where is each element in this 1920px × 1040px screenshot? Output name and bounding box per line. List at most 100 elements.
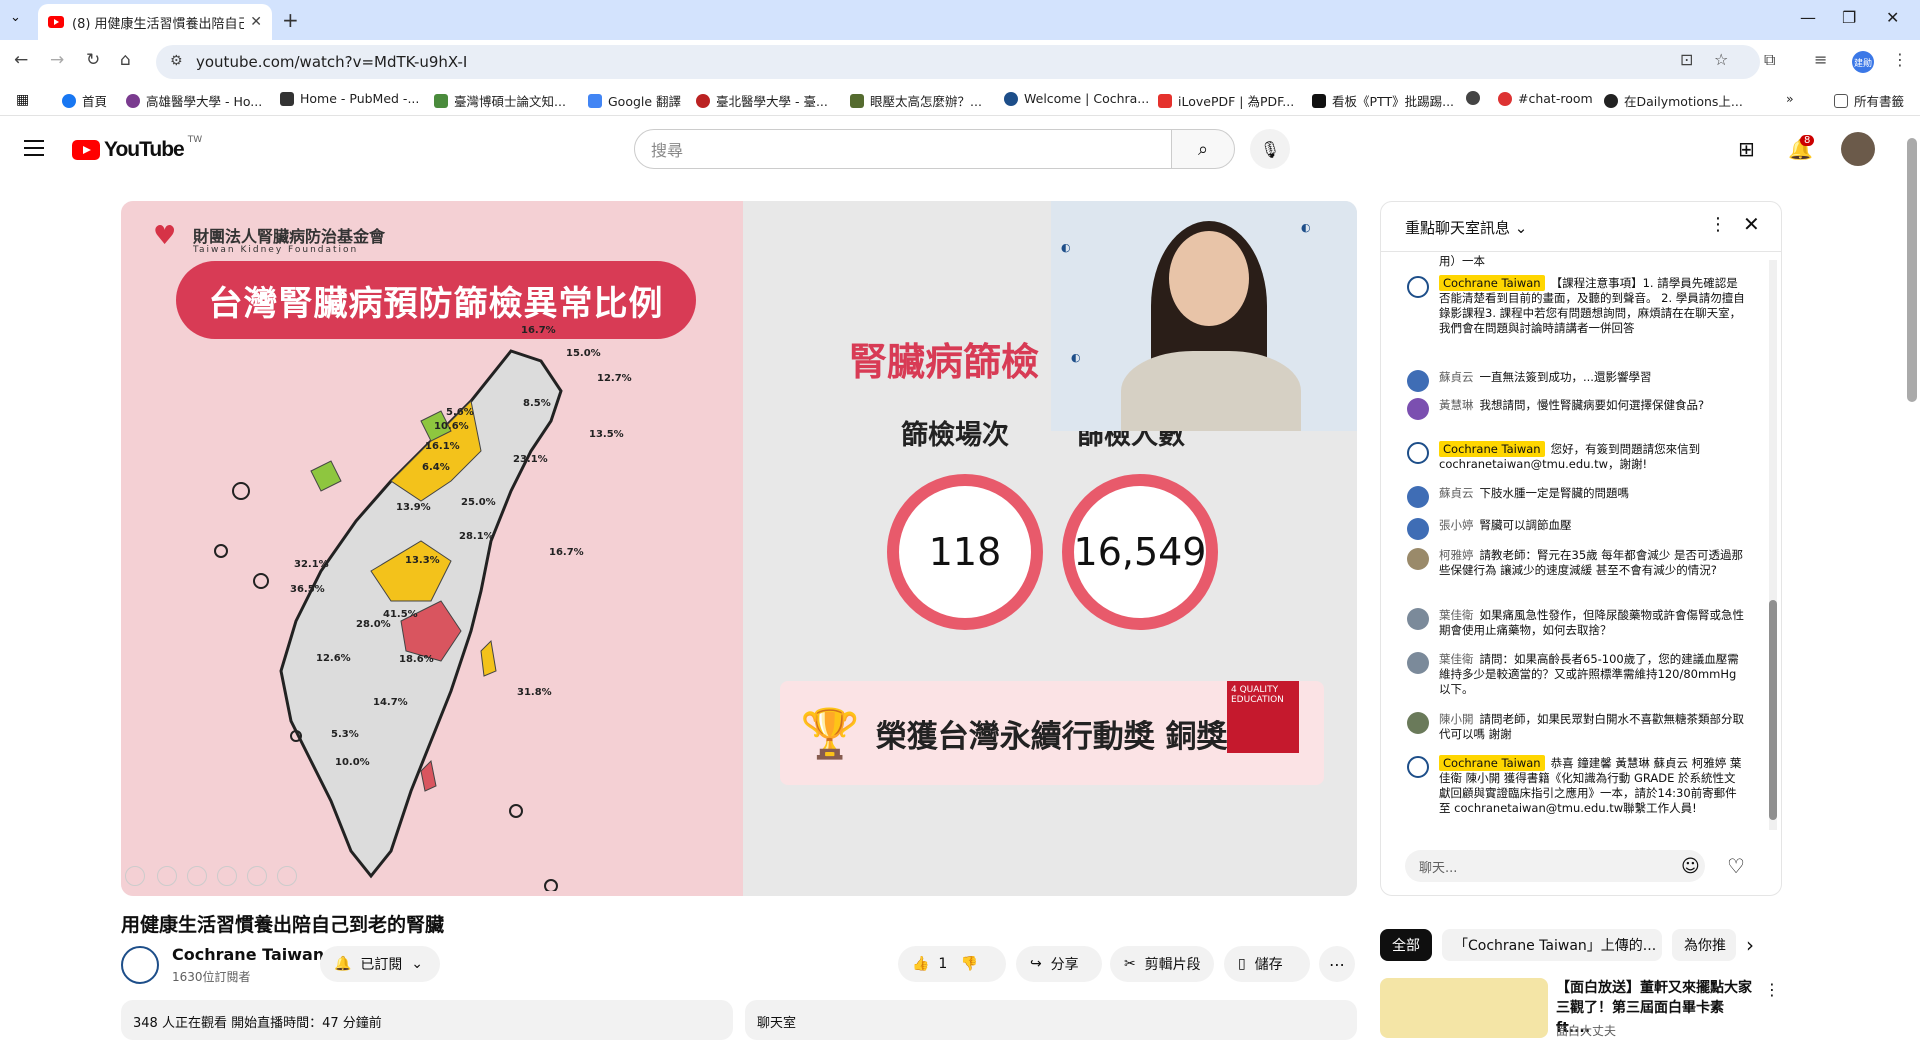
chat-mode-dropdown[interactable]: 重點聊天室訊息 ⌄ [1405,217,1527,238]
media-control-icon[interactable]: ≡ [1814,50,1827,69]
account-avatar[interactable] [1841,132,1875,166]
reload-icon[interactable]: ↻ [86,50,100,70]
bookmark-star-icon[interactable]: ☆ [1714,50,1728,69]
emoji-icon[interactable]: ☺ [1681,856,1700,877]
bookmark-item[interactable] [1466,91,1486,105]
chat-header-title: 重點聊天室訊息 [1405,219,1511,237]
new-tab-icon[interactable]: + [282,8,299,32]
stat2-value: 16,549 [1073,530,1207,574]
rec-more-icon[interactable]: ⋮ [1764,980,1780,999]
slide-next-icon[interactable] [157,866,177,886]
map-pct-label: 15.0% [566,348,601,359]
window-close-icon[interactable]: ✕ [1886,8,1899,27]
bookmark-label: Welcome | Cochra... [1024,91,1150,106]
ilovepdf-icon [1158,93,1172,108]
bookmark-item[interactable]: 高雄醫學大學 - Ho... [126,91,262,110]
thumbs-down-icon[interactable]: 👎 [961,956,978,972]
chat-scroll-thumb[interactable] [1769,600,1777,820]
video-player[interactable]: ♥ 財團法人腎臟病防治基金會 Taiwan Kidney Foundation … [121,201,1357,896]
clip-button[interactable]: ✂ 剪輯片段 [1110,946,1214,982]
extensions-icon[interactable]: ⧉ [1764,50,1775,70]
chat-close-icon[interactable]: ✕ [1743,212,1760,236]
page-scroll-thumb[interactable] [1907,138,1917,402]
bookmark-item[interactable]: iLovePDF | 為PDF... [1158,91,1294,110]
close-tab-icon[interactable]: ✕ [250,14,262,30]
browser-tab[interactable]: (8) 用健康生活習慣養出陪自己到老的腎臟 ✕ [38,4,272,40]
bookmarks-overflow-icon[interactable]: » [1786,91,1794,106]
home-icon[interactable]: ⌂ [120,50,131,70]
site-info-icon[interactable]: ⚙ [170,53,183,69]
map-pct-label: 13.5% [589,429,624,440]
subscribed-button[interactable]: 🔔 已訂閱 ⌄ [320,946,440,982]
slide-pen-icon[interactable] [187,866,207,886]
slide-prev-icon[interactable] [125,866,145,886]
bookmark-item[interactable]: 首頁 [62,91,107,110]
chip-all[interactable]: 全部 [1380,929,1432,961]
bookmark-label: Google 翻譯 [608,94,682,109]
bookmark-item[interactable]: Home - PubMed -... [280,91,419,106]
save-button[interactable]: ▯ 儲存 [1224,946,1310,982]
search-input[interactable]: 搜尋 [634,129,1172,169]
chip-channel-uploads[interactable]: 「Cochrane Taiwan」上傳的... [1442,929,1662,961]
chevron-right-icon[interactable]: › [1746,933,1754,957]
menu-icon[interactable] [24,140,44,156]
bookmark-item[interactable]: 臺北醫學大學 - 臺... [696,91,828,110]
channel-avatar[interactable] [121,946,159,984]
live-chat-panel: 重點聊天室訊息 ⌄ ⋮ ✕ 用）一本 Cochrane Taiwan 【課程注意事… [1380,201,1782,896]
bell-icon: 🔔 [334,956,352,972]
chat-more-icon[interactable]: ⋮ [1709,214,1727,235]
browser-menu-icon[interactable]: ⋮ [1892,50,1908,69]
heart-icon[interactable]: ♡ [1727,854,1745,878]
share-button[interactable]: ↪ 分享 [1016,946,1102,982]
bookmark-item[interactable]: Welcome | Cochra... [1004,91,1149,106]
bookmark-item[interactable]: 在Dailymotions上... [1604,91,1743,110]
bookmark-item[interactable]: 臺灣博碩士論文知... [434,91,566,110]
omnibox[interactable]: ⚙ youtube.com/watch?v=MdTK-u9hX-I [156,45,1760,79]
like-button[interactable]: 👍 1 👎 [898,946,1006,982]
map-pct-label: 13.9% [396,502,431,513]
profile-avatar[interactable]: 建勛 [1852,51,1874,73]
mic-icon: 🎙 [1259,139,1281,159]
restore-icon[interactable]: ❐ [1842,8,1856,27]
slide-more-icon[interactable] [277,866,297,886]
facebook-icon [62,93,76,108]
logo-region: TW [187,135,203,145]
channel-name[interactable]: Cochrane Taiwan [172,945,324,964]
bookmark-item[interactable]: #chat-room [1498,91,1593,106]
bookmark-label: Home - PubMed -... [300,91,420,106]
chat-message: Cochrane Taiwan 【課程注意事項】1. 請學員先確認是否能清楚看到目… [1407,275,1747,336]
minimize-icon[interactable]: — [1800,8,1816,27]
back-icon[interactable]: ← [14,50,28,70]
page-scrollbar[interactable] [1906,138,1918,1032]
bookmark-label: 在Dailymotions上... [1624,94,1743,109]
chat-input[interactable]: 聊天... [1405,850,1705,882]
search-button[interactable]: ⌕ [1171,129,1235,169]
install-app-icon[interactable]: ⊡ [1680,50,1693,69]
all-bookmarks[interactable]: 所有書籤 [1834,91,1904,110]
slide-grid-icon[interactable] [217,866,237,886]
sdg-badge: 4 QUALITY EDUCATION [1227,681,1299,753]
description-box[interactable]: 348 人正在觀看 開始直播時間：47 分鐘前 [121,1000,733,1040]
chip-recommended[interactable]: 為你推 [1672,929,1736,961]
voice-search-button[interactable]: 🎙 [1250,129,1290,169]
map-pct-label: 10.0% [335,757,370,768]
chat-message-list[interactable]: 用）一本 Cochrane Taiwan 【課程注意事項】1. 請學員先確認是否能… [1381,252,1769,837]
rec-thumbnail[interactable] [1380,978,1548,1038]
bookmark-item[interactable]: 看板《PTT》批踢踢... [1312,91,1454,110]
slide-zoom-icon[interactable] [247,866,267,886]
bookmark-item[interactable]: 眼壓太高怎麼辦？... [850,91,982,110]
more-actions-button[interactable]: ⋯ [1319,946,1355,982]
user-avatar [1407,398,1429,420]
chat-replay-box[interactable]: 聊天室 [745,1000,1357,1040]
chat-scrollbar[interactable] [1769,260,1777,830]
youtube-play-icon [72,140,100,160]
user-avatar [1407,518,1429,540]
forward-icon[interactable]: → [50,50,64,70]
bookmark-item[interactable]: Google 翻譯 [588,91,681,110]
create-icon[interactable]: ⊞ [1738,137,1755,161]
apps-grid-icon[interactable]: ▦ [16,92,29,108]
stat1-label: 篩檢場次 [901,420,1009,451]
tab-search-icon[interactable]: ⌄ [10,10,21,25]
message-text: 請問老師，如果民眾對白開水不喜歡無糖茶類部分取代可以嗎 謝謝 [1439,712,1744,741]
youtube-logo[interactable]: YouTube TW [72,135,203,162]
